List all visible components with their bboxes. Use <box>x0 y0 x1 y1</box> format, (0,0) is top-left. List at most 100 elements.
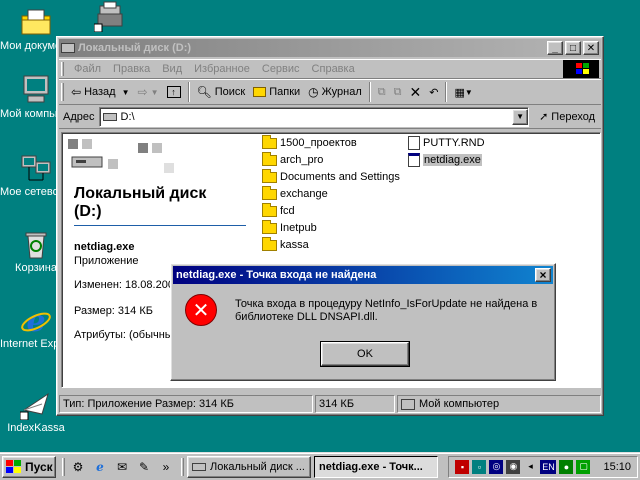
status-size: 314 КБ <box>315 395 395 413</box>
search-button[interactable]: 🔍︎ Поиск <box>193 81 250 103</box>
selected-file-type: Приложение <box>74 255 139 267</box>
my-computer-icon <box>20 74 52 106</box>
tray-app-icon[interactable]: ▪ <box>455 459 470 474</box>
indexkassa-icon <box>19 388 52 421</box>
status-text: Тип: Приложение Размер: 314 КБ <box>59 395 313 413</box>
copy-to-button[interactable]: ⧉ <box>390 81 406 103</box>
ie-quicklaunch-icon[interactable]: e <box>91 458 109 476</box>
tray-language-indicator[interactable]: EN <box>540 459 557 474</box>
drive-title-line1: Локальный диск <box>74 185 207 202</box>
drive-icon <box>192 462 206 471</box>
folder-icon <box>262 185 277 200</box>
list-item[interactable]: Inetpub <box>262 219 317 236</box>
list-item[interactable]: fcd <box>262 202 295 219</box>
show-desktop-icon[interactable]: ✎ <box>135 458 153 476</box>
go-button[interactable]: ➚ Переход <box>533 110 601 124</box>
tray-monitor-icon[interactable]: ◎ <box>489 459 504 474</box>
file-name: Inetpub <box>280 222 317 234</box>
selected-file-attributes: Атрибуты: (обычны <box>74 329 173 341</box>
menu-favorites[interactable]: Избранное <box>188 63 256 75</box>
tray-agent-icon[interactable]: ◉ <box>506 459 521 474</box>
start-button[interactable]: Пуск <box>2 455 56 478</box>
menu-help[interactable]: Справка <box>306 63 361 75</box>
dialog-message: Точка входа в процедуру NetInfo_IsForUpd… <box>235 298 538 323</box>
folders-button[interactable]: Папки <box>249 81 304 103</box>
my-computer-icon <box>401 398 415 410</box>
history-button[interactable]: ◷ Журнал <box>304 81 366 103</box>
exe-icon <box>408 153 420 167</box>
error-dialog: netdiag.exe - Точка входа не найдена × ✕… <box>170 263 556 381</box>
go-label: Переход <box>551 110 595 123</box>
desktop-icon-indexkassa-top[interactable] <box>74 0 146 34</box>
tray-network-icon[interactable]: ▫ <box>472 459 487 474</box>
folders-label: Папки <box>269 86 301 98</box>
task-explorer[interactable]: Локальный диск ... <box>187 455 311 478</box>
folder-up-icon: ↑ <box>166 86 181 98</box>
forward-button[interactable]: ⇨ ▼ <box>134 81 163 103</box>
dropdown-arrow-icon[interactable]: ▼ <box>465 88 473 97</box>
network-settings-icon[interactable]: ⚙ <box>69 458 87 476</box>
taskbar: Пуск ⚙ e ✉ ✎ » Локальный диск ... netdia… <box>0 452 640 480</box>
undo-icon: ↶ <box>429 86 439 99</box>
tray-sound-icon[interactable]: ◂ <box>523 460 537 474</box>
back-label: Назад <box>84 86 116 98</box>
minimize-button[interactable]: _ <box>547 41 563 55</box>
clock[interactable]: 15:10 <box>603 461 631 473</box>
printer-icon <box>93 0 126 33</box>
folder-icon <box>262 151 277 166</box>
address-value: D:\ <box>120 110 135 123</box>
list-item[interactable]: 1500_проектов <box>262 134 357 151</box>
toolbar-grip[interactable] <box>62 457 65 476</box>
move-to-button[interactable]: ⧉ <box>374 81 390 103</box>
drive-icon <box>61 43 75 53</box>
quicklaunch-chevron[interactable]: » <box>157 458 175 476</box>
task-error-dialog[interactable]: netdiag.exe - Точк... <box>314 455 438 478</box>
file-name: PUTTY.RND <box>423 137 485 149</box>
drive-banner-icon <box>68 139 174 173</box>
menu-file[interactable]: Файл <box>68 63 107 75</box>
toolbar-separator <box>445 82 448 102</box>
menu-view[interactable]: Вид <box>156 63 188 75</box>
maximize-button[interactable]: □ <box>565 41 581 55</box>
file-name: netdiag.exe <box>423 154 482 166</box>
tray-kaspersky-icon[interactable]: ▢ <box>576 459 591 474</box>
folder-icon <box>262 168 277 183</box>
ie-icon: e <box>20 304 52 339</box>
toolbar-grip[interactable] <box>181 457 184 476</box>
up-button[interactable]: ↑ <box>163 81 185 103</box>
drive-title-line2: (D:) <box>74 203 102 220</box>
undo-button[interactable]: ↶ <box>425 81 442 103</box>
folder-icon <box>262 219 277 234</box>
quick-launch: ⚙ e ✉ ✎ » <box>62 457 179 476</box>
address-input[interactable]: D:\ ▼ <box>98 106 530 127</box>
tray-status-icon[interactable]: ● <box>559 459 574 474</box>
list-item[interactable]: PUTTY.RND <box>408 135 485 151</box>
outlook-icon[interactable]: ✉ <box>113 458 131 476</box>
list-item-selected[interactable]: netdiag.exe <box>408 152 482 168</box>
views-button[interactable]: ▦ ▼ <box>450 81 476 103</box>
back-button[interactable]: ⇦ Назад ▼ <box>67 81 134 103</box>
address-dropdown-button[interactable]: ▼ <box>512 108 529 125</box>
menu-edit[interactable]: Правка <box>107 63 156 75</box>
close-button[interactable]: ✕ <box>583 41 599 55</box>
list-item[interactable]: Documents and Settings <box>262 168 400 185</box>
menu-bar: Файл Правка Вид Избранное Сервис Справка <box>59 59 601 79</box>
toolbar-separator <box>187 82 190 102</box>
dialog-titlebar[interactable]: netdiag.exe - Точка входа не найдена × <box>173 266 553 284</box>
file-name: exchange <box>280 188 328 200</box>
list-item[interactable]: exchange <box>262 185 328 202</box>
menu-tools[interactable]: Сервис <box>256 63 306 75</box>
folder-icon <box>262 236 277 251</box>
toolbar-grip[interactable] <box>61 62 64 76</box>
dropdown-arrow-icon[interactable]: ▼ <box>151 88 159 97</box>
list-item[interactable]: arch_pro <box>262 151 323 168</box>
list-item[interactable]: kassa <box>262 236 309 253</box>
toolbar-grip[interactable] <box>61 83 64 101</box>
start-label: Пуск <box>25 459 53 474</box>
ok-button[interactable]: OK <box>320 341 410 367</box>
dialog-close-button[interactable]: × <box>535 268 551 282</box>
selected-file-name: netdiag.exe <box>74 241 135 253</box>
dropdown-arrow-icon[interactable]: ▼ <box>122 88 130 97</box>
delete-button[interactable]: ✕ <box>406 81 426 103</box>
explorer-titlebar[interactable]: Локальный диск (D:) _ □ ✕ <box>59 39 601 57</box>
